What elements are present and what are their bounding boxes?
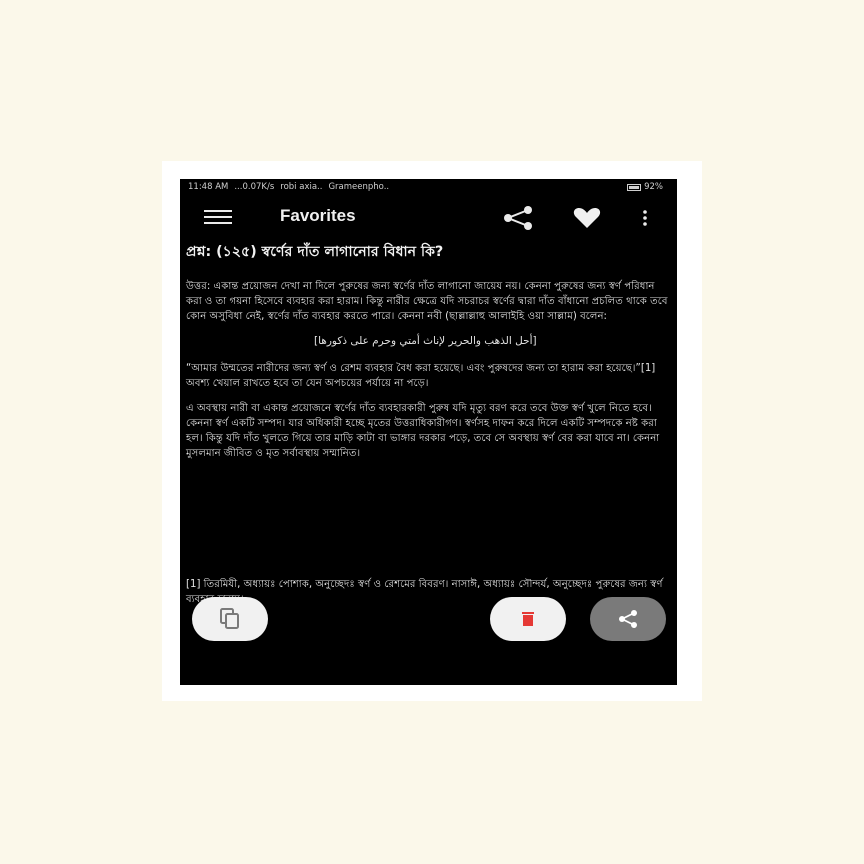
share-icon[interactable] (500, 205, 536, 231)
copy-button[interactable] (192, 597, 268, 641)
battery-icon (627, 183, 642, 191)
phone-screen: 11:48 AM ...0.07K/s robi axia.. Grameenp… (180, 179, 677, 685)
copy-icon (220, 608, 239, 629)
status-carrier-1: robi axia.. (280, 182, 323, 192)
share-icon (619, 610, 637, 628)
more-vert-icon[interactable] (638, 207, 652, 229)
status-time: 11:48 AM (188, 182, 229, 192)
status-bar: 11:48 AM ...0.07K/s robi axia.. Grameenp… (180, 179, 677, 195)
answer-paragraph: উত্তর: একান্ত প্রয়োজন দেখা না দিলে পুরু… (186, 281, 668, 322)
app-bar: Favorites (180, 197, 677, 237)
delete-icon (522, 612, 534, 626)
share-fab-button[interactable] (590, 597, 666, 641)
status-network-speed: ...0.07K/s (234, 182, 275, 192)
answer-paragraph: “আমার উম্মতের নারীদের জন্য স্বর্ণ ও রেশম… (186, 363, 656, 389)
delete-button[interactable] (490, 597, 566, 641)
status-carrier-2: Grameenpho.. (328, 182, 390, 192)
arabic-hadith: [أحل الذهب والحرير لإناث أمتي وحرم على ذ… (314, 335, 537, 347)
status-battery-level: 92% (644, 182, 663, 192)
answer-paragraph: এ অবস্থায় নারী বা একান্ত প্রয়োজনে স্বর… (186, 403, 660, 459)
menu-icon[interactable] (204, 210, 232, 226)
answer-content: প্রশ্ন: (১২৫) স্বর্ণের দাঁত লাগানোর বিধা… (186, 239, 670, 471)
page-title: Favorites (280, 206, 356, 225)
heart-icon[interactable] (572, 207, 602, 229)
question-heading: প্রশ্ন: (১২৫) স্বর্ণের দাঁত লাগানোর বিধা… (186, 244, 444, 260)
